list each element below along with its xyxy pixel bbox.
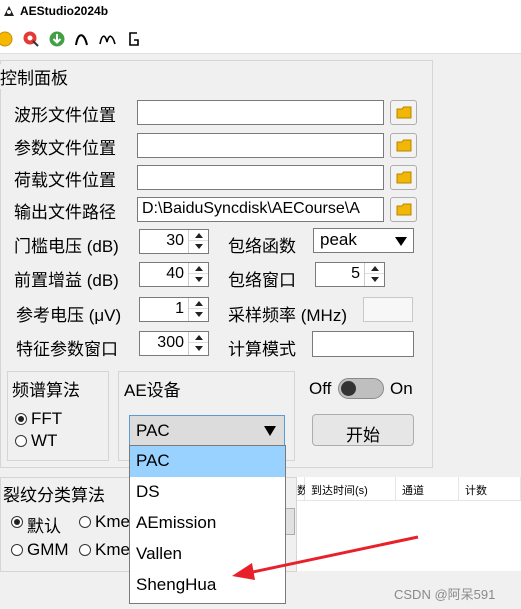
annotation-arrow <box>232 535 419 580</box>
